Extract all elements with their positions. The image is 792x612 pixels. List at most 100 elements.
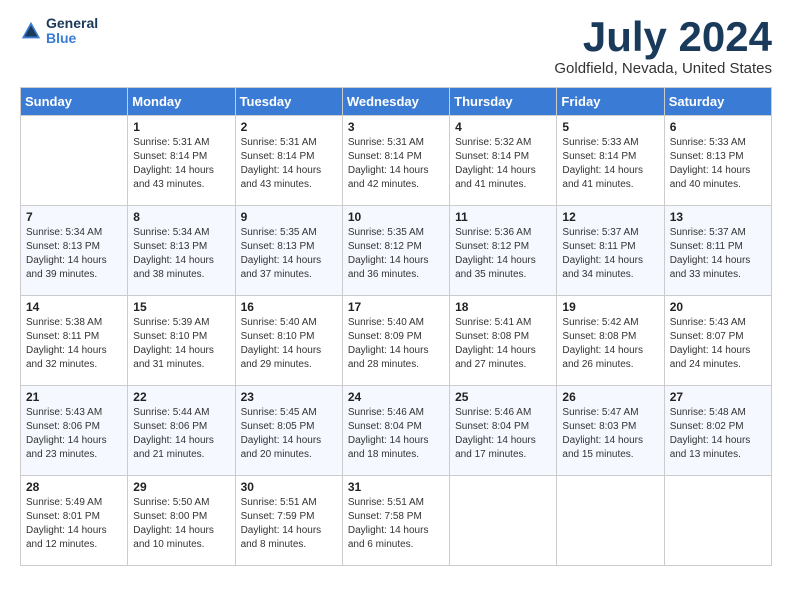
th-tuesday: Tuesday [235, 88, 342, 116]
day-number: 18 [455, 300, 551, 314]
day-number: 1 [133, 120, 229, 134]
cell-info: Sunrise: 5:51 AMSunset: 7:58 PMDaylight:… [348, 496, 444, 552]
day-number: 28 [26, 480, 122, 494]
day-number: 29 [133, 480, 229, 494]
cell-info: Sunrise: 5:42 AMSunset: 8:08 PMDaylight:… [562, 316, 658, 372]
day-number: 20 [670, 300, 766, 314]
calendar-cell: 22Sunrise: 5:44 AMSunset: 8:06 PMDayligh… [128, 386, 235, 476]
th-wednesday: Wednesday [342, 88, 449, 116]
calendar-cell: 20 Sunrise: 5:43 AMSunset: 8:07 PMDayligh… [664, 296, 771, 386]
day-number: 5 [562, 120, 658, 134]
calendar-cell: 30 Sunrise: 5:51 AMSunset: 7:59 PMDayligh… [235, 476, 342, 566]
calendar-cell: 11Sunrise: 5:36 AMSunset: 8:12 PMDayligh… [450, 206, 557, 296]
calendar-week-5: 28Sunrise: 5:49 AMSunset: 8:01 PMDayligh… [21, 476, 772, 566]
header: General Blue July 2024 Goldfield, Nevada… [20, 16, 772, 77]
cell-info: Sunrise: 5:39 AMSunset: 8:10 PMDaylight:… [133, 316, 229, 372]
calendar-cell: 9 Sunrise: 5:35 AMSunset: 8:13 PMDaylight… [235, 206, 342, 296]
logo-icon [20, 20, 42, 42]
calendar-cell: 24Sunrise: 5:46 AMSunset: 8:04 PMDayligh… [342, 386, 449, 476]
logo-blue: Blue [46, 31, 98, 46]
logo-general: General [46, 16, 98, 31]
calendar-week-3: 14 Sunrise: 5:38 AMSunset: 8:11 PMDayligh… [21, 296, 772, 386]
day-number: 2 [241, 120, 337, 134]
cell-info: Sunrise: 5:47 AMSunset: 8:03 PMDaylight:… [562, 406, 658, 462]
calendar-cell: 18 Sunrise: 5:41 AMSunset: 8:08 PMDayligh… [450, 296, 557, 386]
cell-info: Sunrise: 5:31 AMSunset: 8:14 PMDaylight:… [241, 136, 337, 192]
th-sunday: Sunday [21, 88, 128, 116]
day-number: 17 [348, 300, 444, 314]
day-number: 13 [670, 210, 766, 224]
day-number: 31 [348, 480, 444, 494]
day-number: 26 [562, 390, 658, 404]
calendar-cell: 2 Sunrise: 5:31 AMSunset: 8:14 PMDaylight… [235, 116, 342, 206]
day-number: 24 [348, 390, 444, 404]
cell-info: Sunrise: 5:32 AMSunset: 8:14 PMDaylight:… [455, 136, 551, 192]
calendar-cell: 4Sunrise: 5:32 AMSunset: 8:14 PMDaylight… [450, 116, 557, 206]
day-number: 6 [670, 120, 766, 134]
calendar-cell [664, 476, 771, 566]
calendar-table: Sunday Monday Tuesday Wednesday Thursday… [20, 87, 772, 566]
cell-info: Sunrise: 5:34 AMSunset: 8:13 PMDaylight:… [26, 226, 122, 282]
calendar-week-2: 7Sunrise: 5:34 AMSunset: 8:13 PMDaylight… [21, 206, 772, 296]
day-number: 30 [241, 480, 337, 494]
cell-info: Sunrise: 5:41 AMSunset: 8:08 PMDaylight:… [455, 316, 551, 372]
calendar-cell: 1 Sunrise: 5:31 AMSunset: 8:14 PMDaylight… [128, 116, 235, 206]
cell-info: Sunrise: 5:31 AMSunset: 8:14 PMDaylight:… [133, 136, 229, 192]
calendar-cell: 12 Sunrise: 5:37 AMSunset: 8:11 PMDayligh… [557, 206, 664, 296]
calendar-cell: 8Sunrise: 5:34 AMSunset: 8:13 PMDaylight… [128, 206, 235, 296]
weekday-row: Sunday Monday Tuesday Wednesday Thursday… [21, 88, 772, 116]
page-container: General Blue July 2024 Goldfield, Nevada… [0, 0, 792, 582]
logo: General Blue [20, 16, 98, 47]
calendar-cell [21, 116, 128, 206]
calendar-cell: 17 Sunrise: 5:40 AMSunset: 8:09 PMDayligh… [342, 296, 449, 386]
calendar-header: Sunday Monday Tuesday Wednesday Thursday… [21, 88, 772, 116]
calendar-cell: 14 Sunrise: 5:38 AMSunset: 8:11 PMDayligh… [21, 296, 128, 386]
cell-info: Sunrise: 5:35 AMSunset: 8:13 PMDaylight:… [241, 226, 337, 282]
title-area: July 2024 Goldfield, Nevada, United Stat… [554, 16, 772, 77]
cell-info: Sunrise: 5:40 AMSunset: 8:10 PMDaylight:… [241, 316, 337, 372]
th-thursday: Thursday [450, 88, 557, 116]
cell-info: Sunrise: 5:48 AMSunset: 8:02 PMDaylight:… [670, 406, 766, 462]
day-number: 9 [241, 210, 337, 224]
cell-info: Sunrise: 5:51 AMSunset: 7:59 PMDaylight:… [241, 496, 337, 552]
day-number: 16 [241, 300, 337, 314]
calendar-cell: 27 Sunrise: 5:48 AMSunset: 8:02 PMDayligh… [664, 386, 771, 476]
cell-info: Sunrise: 5:43 AMSunset: 8:06 PMDaylight:… [26, 406, 122, 462]
cell-info: Sunrise: 5:45 AMSunset: 8:05 PMDaylight:… [241, 406, 337, 462]
location: Goldfield, Nevada, United States [554, 60, 772, 77]
cell-info: Sunrise: 5:37 AMSunset: 8:11 PMDaylight:… [562, 226, 658, 282]
day-number: 27 [670, 390, 766, 404]
cell-info: Sunrise: 5:38 AMSunset: 8:11 PMDaylight:… [26, 316, 122, 372]
logo-text: General Blue [46, 16, 98, 47]
day-number: 25 [455, 390, 551, 404]
cell-info: Sunrise: 5:33 AMSunset: 8:14 PMDaylight:… [562, 136, 658, 192]
calendar-cell: 19Sunrise: 5:42 AMSunset: 8:08 PMDayligh… [557, 296, 664, 386]
calendar-week-4: 21Sunrise: 5:43 AMSunset: 8:06 PMDayligh… [21, 386, 772, 476]
th-monday: Monday [128, 88, 235, 116]
calendar-cell: 13 Sunrise: 5:37 AMSunset: 8:11 PMDayligh… [664, 206, 771, 296]
cell-info: Sunrise: 5:37 AMSunset: 8:11 PMDaylight:… [670, 226, 766, 282]
calendar-body: 1 Sunrise: 5:31 AMSunset: 8:14 PMDaylight… [21, 116, 772, 566]
day-number: 12 [562, 210, 658, 224]
calendar-cell: 28Sunrise: 5:49 AMSunset: 8:01 PMDayligh… [21, 476, 128, 566]
cell-info: Sunrise: 5:43 AMSunset: 8:07 PMDaylight:… [670, 316, 766, 372]
cell-info: Sunrise: 5:50 AMSunset: 8:00 PMDaylight:… [133, 496, 229, 552]
calendar-cell: 26 Sunrise: 5:47 AMSunset: 8:03 PMDayligh… [557, 386, 664, 476]
day-number: 11 [455, 210, 551, 224]
th-friday: Friday [557, 88, 664, 116]
calendar-cell: 5 Sunrise: 5:33 AMSunset: 8:14 PMDaylight… [557, 116, 664, 206]
cell-info: Sunrise: 5:35 AMSunset: 8:12 PMDaylight:… [348, 226, 444, 282]
day-number: 14 [26, 300, 122, 314]
cell-info: Sunrise: 5:33 AMSunset: 8:13 PMDaylight:… [670, 136, 766, 192]
calendar-cell: 29 Sunrise: 5:50 AMSunset: 8:00 PMDayligh… [128, 476, 235, 566]
cell-info: Sunrise: 5:46 AMSunset: 8:04 PMDaylight:… [455, 406, 551, 462]
calendar-cell: 7Sunrise: 5:34 AMSunset: 8:13 PMDaylight… [21, 206, 128, 296]
day-number: 23 [241, 390, 337, 404]
cell-info: Sunrise: 5:34 AMSunset: 8:13 PMDaylight:… [133, 226, 229, 282]
calendar-cell [450, 476, 557, 566]
day-number: 10 [348, 210, 444, 224]
cell-info: Sunrise: 5:40 AMSunset: 8:09 PMDaylight:… [348, 316, 444, 372]
calendar-week-1: 1 Sunrise: 5:31 AMSunset: 8:14 PMDaylight… [21, 116, 772, 206]
day-number: 22 [133, 390, 229, 404]
day-number: 3 [348, 120, 444, 134]
